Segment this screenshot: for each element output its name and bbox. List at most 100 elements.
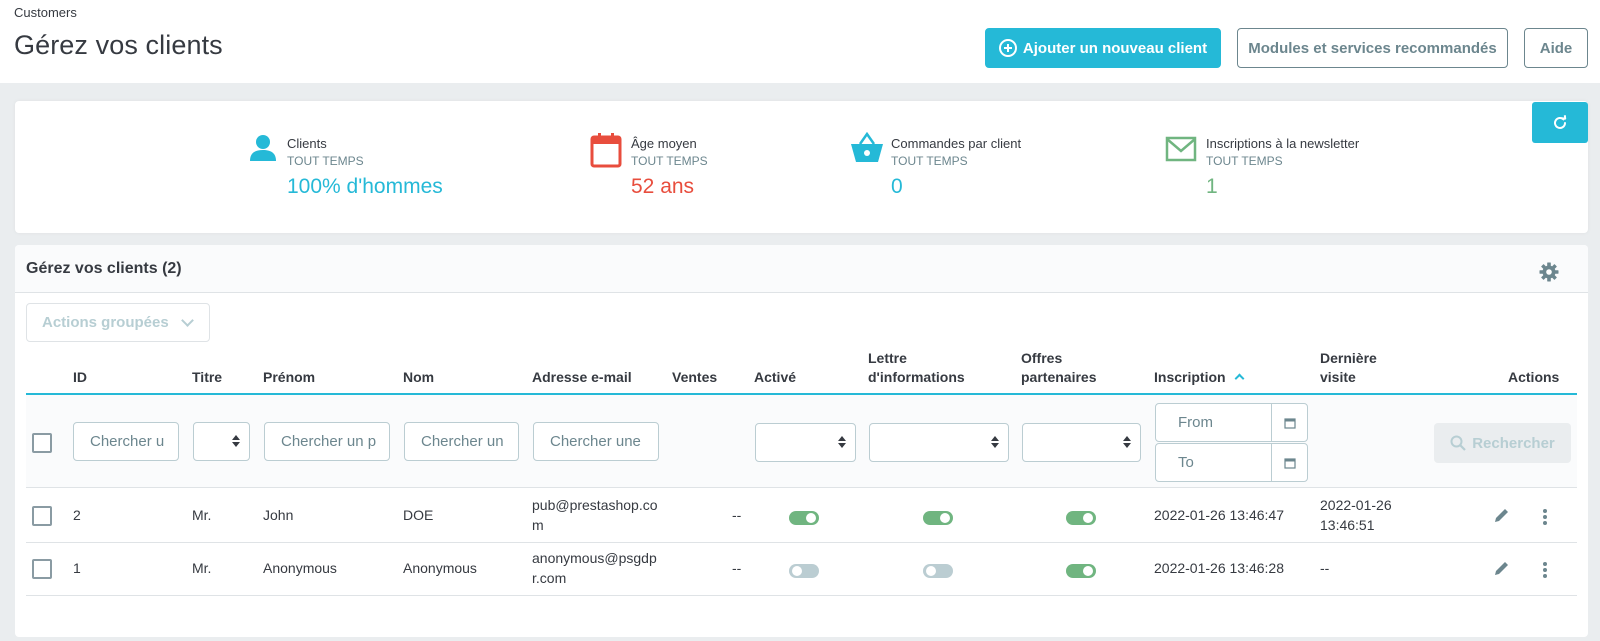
kpi-value: 0 bbox=[891, 175, 903, 198]
cell-email-line1: anonymous@psgdp bbox=[532, 550, 657, 566]
newsletter-toggle[interactable] bbox=[923, 511, 953, 525]
refresh-kpi-button[interactable] bbox=[1532, 102, 1588, 143]
plus-circle-icon bbox=[998, 39, 1017, 57]
calendar-icon[interactable] bbox=[1271, 404, 1307, 441]
chevron-down-icon bbox=[181, 314, 194, 327]
toggle-knob bbox=[926, 566, 936, 576]
cell-last-visit-line2: 13:46:51 bbox=[1320, 517, 1375, 533]
kpi-value: 100% d'hommes bbox=[287, 175, 443, 198]
filter-lastname-input[interactable] bbox=[404, 422, 519, 461]
column-header-last-visit-line1: Dernière bbox=[1320, 350, 1377, 366]
grid-header: Gérez vos clients (2) bbox=[15, 245, 1588, 293]
cell-sales: -- bbox=[732, 560, 742, 576]
active-toggle[interactable] bbox=[789, 564, 819, 578]
edit-icon[interactable] bbox=[1494, 507, 1510, 523]
column-header-sales[interactable]: Ventes bbox=[672, 368, 717, 387]
toggle-knob bbox=[940, 513, 950, 523]
kpi-title: Commandes par client bbox=[891, 136, 1022, 151]
row-checkbox[interactable] bbox=[32, 506, 52, 526]
filter-date-to[interactable]: To bbox=[1155, 443, 1308, 482]
column-header-newsletter[interactable]: Lettre d'informations bbox=[868, 349, 965, 387]
column-header-firstname[interactable]: Prénom bbox=[263, 368, 315, 387]
search-icon bbox=[1450, 435, 1466, 451]
cell-title: Mr. bbox=[192, 507, 212, 523]
row-divider bbox=[26, 595, 1577, 596]
kpi-period: TOUT TEMPS bbox=[1206, 154, 1283, 168]
column-header-title[interactable]: Titre bbox=[192, 368, 222, 387]
bulk-actions-dropdown[interactable]: Actions groupées bbox=[26, 303, 210, 342]
select-arrows-icon bbox=[232, 435, 239, 447]
column-header-last-visit-line2: visite bbox=[1320, 369, 1356, 385]
kpi-period: TOUT TEMPS bbox=[631, 154, 708, 168]
cell-id: 2 bbox=[73, 507, 81, 523]
row-checkbox[interactable] bbox=[32, 559, 52, 579]
column-header-registration[interactable]: Inscription bbox=[1154, 368, 1226, 387]
column-header-newsletter-line1: Lettre bbox=[868, 350, 907, 366]
kpi-title: Clients bbox=[287, 136, 327, 151]
column-header-partner-offers-line1: Offres bbox=[1021, 350, 1063, 366]
filter-title-select[interactable] bbox=[193, 422, 250, 461]
select-arrows-icon bbox=[838, 436, 845, 448]
basket-icon bbox=[851, 132, 883, 162]
search-button-label: Rechercher bbox=[1472, 434, 1555, 452]
help-button[interactable]: Aide bbox=[1524, 28, 1588, 68]
column-header-partner-offers[interactable]: Offres partenaires bbox=[1021, 349, 1096, 387]
grid-title: Gérez vos clients (2) bbox=[26, 260, 182, 277]
cell-firstname: John bbox=[263, 507, 294, 523]
filter-date-from[interactable]: From bbox=[1155, 403, 1308, 442]
filter-partner-offers-select[interactable] bbox=[1022, 423, 1141, 462]
toggle-knob bbox=[806, 513, 816, 523]
kpi-value: 52 ans bbox=[631, 175, 695, 198]
date-from-placeholder: From bbox=[1178, 414, 1213, 431]
kpi-period: TOUT TEMPS bbox=[287, 154, 364, 168]
edit-icon[interactable] bbox=[1494, 560, 1510, 576]
column-header-lastname[interactable]: Nom bbox=[403, 368, 434, 387]
filter-firstname-input[interactable] bbox=[264, 422, 390, 461]
filter-newsletter-select[interactable] bbox=[869, 423, 1009, 462]
kpi-value: 1 bbox=[1206, 175, 1218, 198]
cell-email-line2: m bbox=[532, 517, 544, 533]
cell-last-visit-line1: -- bbox=[1320, 560, 1330, 576]
cell-registration-date: 2022-01-26 13:46:47 bbox=[1154, 507, 1284, 523]
newsletter-toggle[interactable] bbox=[923, 564, 953, 578]
add-customer-button[interactable]: Ajouter un nouveau client bbox=[985, 28, 1221, 68]
envelope-icon bbox=[1165, 136, 1197, 162]
cell-email-line1: pub@prestashop.co bbox=[532, 497, 658, 513]
search-button[interactable]: Rechercher bbox=[1434, 423, 1571, 463]
date-to-placeholder: To bbox=[1178, 454, 1194, 471]
kpi-row bbox=[15, 101, 1588, 233]
filter-active-select[interactable] bbox=[755, 423, 856, 462]
select-all-checkbox[interactable] bbox=[32, 433, 52, 453]
partner-offers-toggle[interactable] bbox=[1066, 511, 1096, 525]
page-title: Gérez vos clients bbox=[14, 30, 223, 60]
kpi-period: TOUT TEMPS bbox=[891, 154, 968, 168]
calendar-icon[interactable] bbox=[1271, 444, 1307, 481]
column-header-id[interactable]: ID bbox=[73, 368, 87, 387]
more-actions-icon[interactable] bbox=[1543, 562, 1547, 580]
cell-firstname: Anonymous bbox=[263, 560, 337, 576]
column-header-actions: Actions bbox=[1508, 369, 1560, 385]
cell-registration-date: 2022-01-26 13:46:28 bbox=[1154, 560, 1284, 576]
column-header-last-visit[interactable]: Dernière visite bbox=[1320, 349, 1377, 387]
active-toggle[interactable] bbox=[789, 511, 819, 525]
column-header-partner-offers-line2: partenaires bbox=[1021, 369, 1097, 385]
calendar-icon bbox=[590, 133, 622, 168]
gear-icon[interactable] bbox=[1539, 262, 1559, 282]
recommended-modules-button[interactable]: Modules et services recommandés bbox=[1237, 28, 1508, 68]
cell-lastname: DOE bbox=[403, 507, 434, 523]
partner-offers-toggle[interactable] bbox=[1066, 564, 1096, 578]
filter-id-input[interactable] bbox=[73, 422, 179, 461]
page-header: Customers Gérez vos clients Ajouter un n… bbox=[0, 0, 1600, 83]
column-header-email[interactable]: Adresse e-mail bbox=[532, 368, 632, 387]
breadcrumb[interactable]: Customers bbox=[14, 5, 77, 20]
column-header-active[interactable]: Activé bbox=[754, 368, 796, 387]
more-actions-icon[interactable] bbox=[1543, 509, 1547, 527]
cell-email: anonymous@psgdp r.com bbox=[532, 548, 657, 588]
cell-last-visit: 2022-01-26 13:46:51 bbox=[1320, 495, 1392, 535]
cell-id: 1 bbox=[73, 560, 81, 576]
cell-sales: -- bbox=[732, 507, 742, 523]
filter-email-input[interactable] bbox=[533, 422, 659, 461]
toggle-knob bbox=[792, 566, 802, 576]
row-divider bbox=[26, 542, 1577, 543]
cell-email-line2: r.com bbox=[532, 570, 567, 586]
